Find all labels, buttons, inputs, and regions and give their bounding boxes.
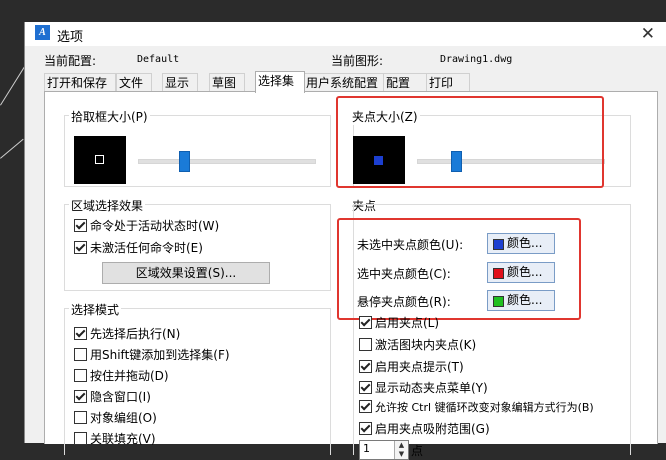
current-config-value: Default (137, 54, 180, 65)
selection-mode-label: 选择模式 (69, 301, 122, 318)
tab-display[interactable]: 显示 (162, 73, 198, 92)
tab-plot[interactable]: 打印 (426, 73, 470, 92)
app-logo-icon: A (35, 25, 50, 40)
grip-option[interactable]: 显示动态夹点菜单(Y) (359, 380, 488, 396)
grip-option[interactable]: 启用夹点提示(T) (359, 359, 464, 375)
grip-colors-highlight (337, 218, 581, 320)
selection-mode-option[interactable]: 隐含窗口(I) (74, 389, 151, 405)
area-effect-settings-button[interactable]: 区域效果设置(S)... (102, 262, 270, 284)
selection-mode-option[interactable]: 对象编组(O) (74, 410, 157, 426)
grip-option[interactable]: 允许按 Ctrl 键循环改变对象编辑方式行为(B) (359, 400, 594, 416)
checkbox[interactable] (74, 219, 87, 232)
tab-user-preferences[interactable]: 用户系统配置 (303, 73, 385, 92)
grip-size-highlight (336, 96, 604, 188)
checkbox[interactable] (359, 338, 372, 351)
pickbox-slider-track (138, 159, 316, 164)
selection-mode-option[interactable]: 用Shift键添加到选择集(F) (74, 347, 230, 363)
grip-option[interactable]: 启用夹点(L) (359, 315, 439, 331)
current-drawing-value: Drawing1.dwg (440, 54, 513, 65)
checkbox[interactable] (74, 411, 87, 424)
checkbox[interactable] (359, 400, 372, 413)
checkbox[interactable] (74, 390, 87, 403)
title-bar: A 选项 ✕ (25, 22, 666, 46)
pickbox-preview (74, 136, 126, 184)
tab-files[interactable]: 文件 (116, 73, 152, 92)
pickbox-size-label: 拾取框大小(P) (69, 108, 150, 125)
checkbox[interactable] (359, 422, 372, 435)
spinner-unit: 点 (411, 444, 424, 458)
pickbox-slider-thumb[interactable] (179, 151, 190, 172)
area-effect-label: 区域选择效果 (69, 197, 146, 214)
selection-mode-option[interactable]: 按住并拖动(D) (74, 368, 169, 384)
background-line (0, 138, 24, 159)
tab-selection[interactable]: 选择集 (255, 71, 305, 93)
tab-profiles[interactable]: 配置 (383, 73, 427, 92)
grip-option[interactable]: 启用夹点吸附范围(G) (359, 421, 490, 437)
current-config-label: 当前配置: (44, 54, 97, 68)
checkbox[interactable] (359, 360, 372, 373)
checkbox[interactable] (74, 241, 87, 254)
checkbox[interactable] (74, 432, 87, 445)
selection-mode-option[interactable]: 关联填充(V) (74, 431, 156, 447)
selection-mode-option[interactable]: 先选择后执行(N) (74, 326, 180, 342)
grip-option[interactable]: 激活图块内夹点(K) (359, 337, 476, 353)
options-dialog: A 选项 ✕ 当前配置: Default 当前图形: Drawing1.dwg … (24, 22, 666, 460)
dialog-title: 选项 (57, 30, 84, 45)
tab-open-save[interactable]: 打开和保存 (44, 73, 116, 92)
current-drawing-label: 当前图形: (331, 54, 384, 68)
checkbox[interactable] (74, 369, 87, 382)
checkbox[interactable] (74, 348, 87, 361)
area-effect-option[interactable]: 命令处于活动状态时(W) (74, 218, 219, 234)
checkbox[interactable] (74, 327, 87, 340)
checkbox[interactable] (359, 316, 372, 329)
selection-tab-pane: 拾取框大小(P) 夹点大小(Z) 区域选择效果 命令处于活动状态时(W) 未激活… (44, 91, 658, 460)
tab-drafting[interactable]: 草图 (209, 73, 245, 92)
close-button[interactable]: ✕ (641, 24, 655, 44)
grip-snap-range-spinner[interactable]: 1 ▲ ▼ (359, 440, 409, 460)
area-effect-option[interactable]: 未激活任何命令时(E) (74, 240, 203, 256)
spinner-arrows-icon[interactable]: ▲ ▼ (394, 441, 408, 459)
checkbox[interactable] (359, 381, 372, 394)
